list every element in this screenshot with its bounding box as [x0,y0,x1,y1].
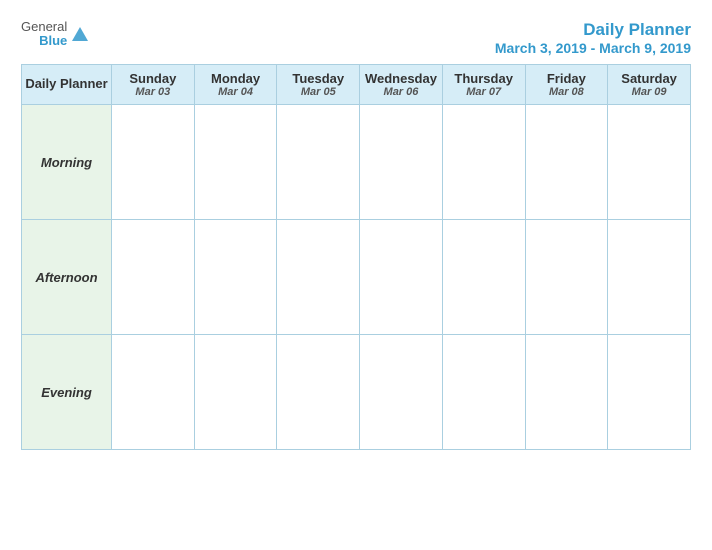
cell-evening-sunday[interactable] [112,335,195,450]
cell-evening-tuesday[interactable] [277,335,360,450]
logo: General Blue [21,20,89,49]
page-title: Daily Planner [495,20,691,40]
col-header-label: Daily Planner [22,65,112,105]
cell-morning-thursday[interactable] [442,105,525,220]
col-header-tuesday: Tuesday Mar 05 [277,65,360,105]
cell-afternoon-friday[interactable] [525,220,608,335]
label-evening: Evening [22,335,112,450]
cell-morning-saturday[interactable] [608,105,691,220]
page: General Blue Daily Planner March 3, 2019… [11,10,701,540]
col-header-friday: Friday Mar 08 [525,65,608,105]
cell-evening-saturday[interactable] [608,335,691,450]
row-afternoon: Afternoon [22,220,691,335]
cell-morning-monday[interactable] [194,105,277,220]
col-header-sunday: Sunday Mar 03 [112,65,195,105]
cell-afternoon-monday[interactable] [194,220,277,335]
cell-morning-friday[interactable] [525,105,608,220]
header: General Blue Daily Planner March 3, 2019… [11,10,701,64]
logo-icon [71,25,89,43]
col-header-thursday: Thursday Mar 07 [442,65,525,105]
cell-morning-tuesday[interactable] [277,105,360,220]
header-row: Daily Planner Sunday Mar 03 Monday Mar 0… [22,65,691,105]
row-evening: Evening [22,335,691,450]
title-block: Daily Planner March 3, 2019 - March 9, 2… [495,20,691,56]
label-morning: Morning [22,105,112,220]
label-afternoon: Afternoon [22,220,112,335]
cell-evening-friday[interactable] [525,335,608,450]
logo-blue: Blue [39,34,67,48]
cell-morning-wednesday[interactable] [360,105,443,220]
col-header-saturday: Saturday Mar 09 [608,65,691,105]
cell-afternoon-thursday[interactable] [442,220,525,335]
cell-evening-monday[interactable] [194,335,277,450]
date-range: March 3, 2019 - March 9, 2019 [495,40,691,56]
col-header-wednesday: Wednesday Mar 06 [360,65,443,105]
row-morning: Morning [22,105,691,220]
calendar-wrapper: Daily Planner Sunday Mar 03 Monday Mar 0… [11,64,701,460]
logo-general: General [21,20,67,34]
cell-afternoon-sunday[interactable] [112,220,195,335]
cell-afternoon-saturday[interactable] [608,220,691,335]
planner-table: Daily Planner Sunday Mar 03 Monday Mar 0… [21,64,691,450]
cell-evening-wednesday[interactable] [360,335,443,450]
cell-afternoon-wednesday[interactable] [360,220,443,335]
cell-afternoon-tuesday[interactable] [277,220,360,335]
cell-evening-thursday[interactable] [442,335,525,450]
col-header-monday: Monday Mar 04 [194,65,277,105]
cell-morning-sunday[interactable] [112,105,195,220]
